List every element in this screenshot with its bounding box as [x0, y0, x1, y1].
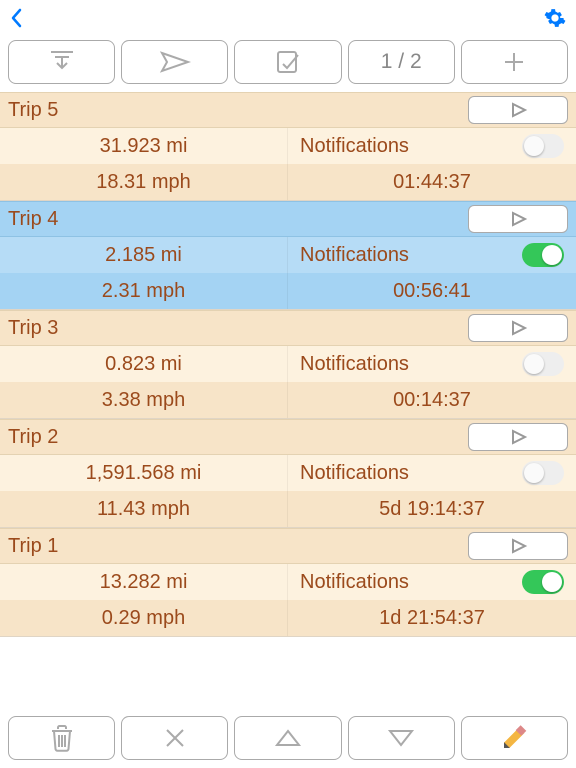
trip-distance: 2.185 mi: [0, 237, 288, 273]
notifications-label: Notifications: [300, 571, 409, 594]
trip-speed: 3.38 mph: [0, 382, 288, 418]
trip-header[interactable]: Trip 2: [0, 419, 576, 455]
trip-notifications-cell: Notifications: [288, 346, 576, 382]
trip-list: Trip 5 31.923 mi Notifications 18.31 mph01:…: [0, 92, 576, 637]
trip-header[interactable]: Trip 3: [0, 310, 576, 346]
trip-duration: 00:14:37: [288, 382, 576, 418]
trip-title: Trip 1: [8, 535, 58, 558]
trip-notifications-cell: Notifications: [288, 455, 576, 491]
play-button[interactable]: [468, 532, 568, 560]
trip-header[interactable]: Trip 5: [0, 92, 576, 128]
trip-distance: 31.923 mi: [0, 128, 288, 164]
notifications-switch[interactable]: [522, 570, 564, 594]
top-toolbar: 1 / 2: [0, 36, 576, 92]
send-button[interactable]: [121, 40, 228, 84]
move-down-button[interactable]: [348, 716, 455, 760]
trip-notifications-cell: Notifications: [288, 128, 576, 164]
trip-speed: 11.43 mph: [0, 491, 288, 527]
trip-notifications-cell: Notifications: [288, 237, 576, 273]
page-label: 1 / 2: [381, 50, 422, 74]
trip-duration: 5d 19:14:37: [288, 491, 576, 527]
trip-title: Trip 5: [8, 99, 58, 122]
notifications-switch[interactable]: [522, 134, 564, 158]
bottom-toolbar: [0, 708, 576, 768]
trip-distance: 13.282 mi: [0, 564, 288, 600]
cancel-button[interactable]: [121, 716, 228, 760]
notifications-switch[interactable]: [522, 243, 564, 267]
play-button[interactable]: [468, 423, 568, 451]
trip-item[interactable]: Trip 5 31.923 mi Notifications 18.31 mph01:…: [0, 92, 576, 201]
trip-header[interactable]: Trip 1: [0, 528, 576, 564]
check-button[interactable]: [234, 40, 341, 84]
trip-item[interactable]: Trip 3 0.823 mi Notifications 3.38 mph00:14…: [0, 310, 576, 419]
trip-title: Trip 3: [8, 317, 58, 340]
trip-title: Trip 4: [8, 208, 58, 231]
trip-distance: 0.823 mi: [0, 346, 288, 382]
back-button[interactable]: [10, 8, 24, 28]
play-button[interactable]: [468, 314, 568, 342]
trip-duration: 00:56:41: [288, 273, 576, 309]
trip-speed: 18.31 mph: [0, 164, 288, 200]
trip-duration: 01:44:37: [288, 164, 576, 200]
notifications-label: Notifications: [300, 135, 409, 158]
move-up-button[interactable]: [234, 716, 341, 760]
add-button[interactable]: [461, 40, 568, 84]
trip-title: Trip 2: [8, 426, 58, 449]
trip-speed: 2.31 mph: [0, 273, 288, 309]
edit-button[interactable]: [461, 716, 568, 760]
notifications-switch[interactable]: [522, 352, 564, 376]
notifications-label: Notifications: [300, 244, 409, 267]
trip-item[interactable]: Trip 1 13.282 mi Notifications 0.29 mph1d 2…: [0, 528, 576, 637]
delete-button[interactable]: [8, 716, 115, 760]
settings-button[interactable]: [544, 7, 566, 29]
import-button[interactable]: [8, 40, 115, 84]
notifications-label: Notifications: [300, 462, 409, 485]
trip-distance: 1,591.568 mi: [0, 455, 288, 491]
play-button[interactable]: [468, 205, 568, 233]
nav-bar: [0, 0, 576, 36]
trip-header[interactable]: Trip 4: [0, 201, 576, 237]
trip-item[interactable]: Trip 2 1,591.568 mi Notifications 11.43 mph…: [0, 419, 576, 528]
trip-speed: 0.29 mph: [0, 600, 288, 636]
notifications-switch[interactable]: [522, 461, 564, 485]
trip-item[interactable]: Trip 4 2.185 mi Notifications 2.31 mph00:56…: [0, 201, 576, 310]
trip-notifications-cell: Notifications: [288, 564, 576, 600]
trip-duration: 1d 21:54:37: [288, 600, 576, 636]
play-button[interactable]: [468, 96, 568, 124]
notifications-label: Notifications: [300, 353, 409, 376]
page-indicator[interactable]: 1 / 2: [348, 40, 455, 84]
